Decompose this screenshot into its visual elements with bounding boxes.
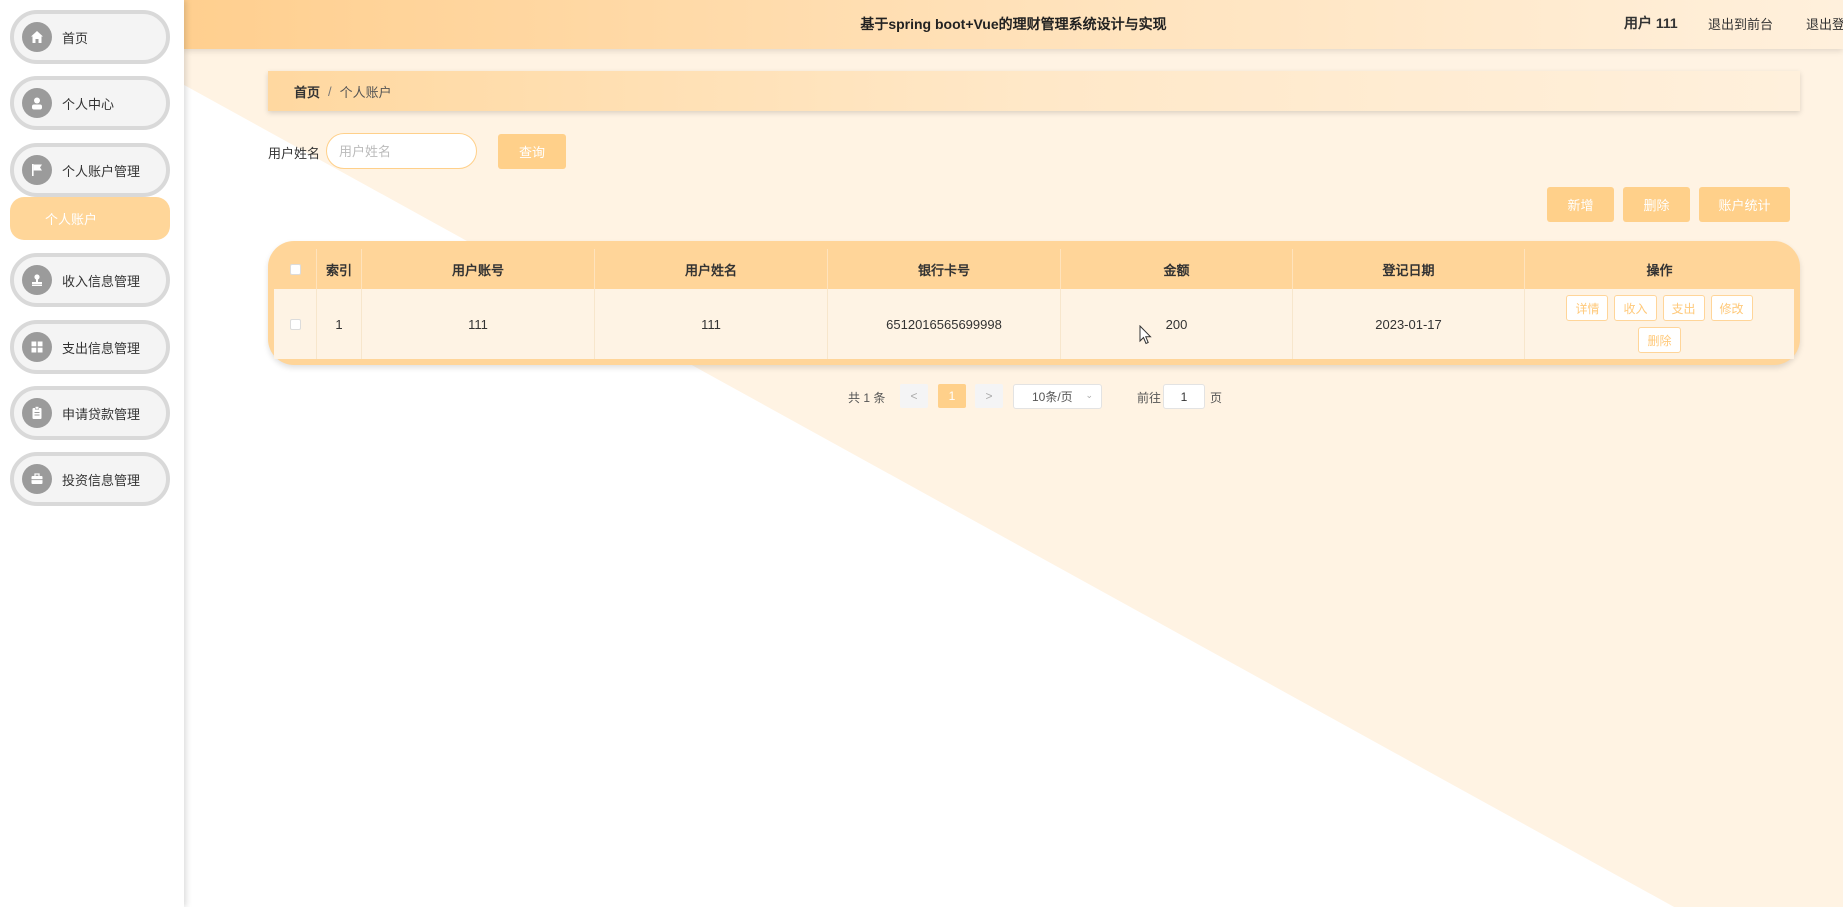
column-header: 操作 xyxy=(1646,262,1673,278)
income-button[interactable]: 收入 xyxy=(1614,295,1657,321)
cell-name: 111 xyxy=(595,289,828,359)
cell-date: 2023-01-17 xyxy=(1293,289,1525,359)
current-user: 用户 111 xyxy=(1624,15,1678,31)
sidebar-subitem-personal-account[interactable]: 个人账户 xyxy=(10,197,170,240)
cell-actions: 详情 收入 支出 修改 删除 xyxy=(1525,289,1794,359)
cell-card: 6512016565699998 xyxy=(828,289,1061,359)
sidebar-item-label: 收入信息管理 xyxy=(62,273,141,289)
sidebar-item-label: 首页 xyxy=(62,30,89,46)
column-header: 银行卡号 xyxy=(828,249,1061,289)
table-header: 索引 用户账号 用户姓名 银行卡号 金额 登记日期 操作 xyxy=(274,249,1794,289)
sidebar-item-label: 投资信息管理 xyxy=(62,472,141,488)
column-header: 索引 xyxy=(317,249,362,289)
back-to-front-link[interactable]: 退出到前台 xyxy=(1708,14,1773,33)
clipboard-icon xyxy=(22,398,52,428)
column-header: 登记日期 xyxy=(1293,249,1525,289)
stamp-icon xyxy=(22,265,52,295)
page-suffix: 页 xyxy=(1210,391,1223,405)
prev-page-button[interactable]: < xyxy=(900,384,928,408)
table-row: 1 111 111 6512016565699998 200 2023-01-1… xyxy=(274,289,1794,359)
sidebar-item-label: 支出信息管理 xyxy=(62,340,141,356)
goto-label: 前往 xyxy=(1137,391,1162,405)
sidebar-item-label: 申请贷款管理 xyxy=(62,406,141,422)
breadcrumb-current: 个人账户 xyxy=(339,84,392,100)
cell-amount: 200 xyxy=(1061,289,1293,359)
search-label: 用户姓名 xyxy=(268,146,321,161)
sidebar: 首页 个人中心 个人账户管理 个人账户 收入信息管理 支出信息管理 申请贷款管理 xyxy=(0,0,184,907)
grid-icon xyxy=(22,332,52,362)
briefcase-icon xyxy=(22,464,52,494)
logout-link[interactable]: 退出登录 xyxy=(1806,14,1843,33)
edit-button[interactable]: 修改 xyxy=(1710,295,1753,321)
sidebar-item-loan[interactable]: 申请贷款管理 xyxy=(10,386,170,440)
sidebar-item-expense[interactable]: 支出信息管理 xyxy=(10,320,170,374)
sidebar-item-label: 个人账户管理 xyxy=(62,163,141,179)
page-number-button[interactable]: 1 xyxy=(938,384,966,408)
top-header: 基于spring boot+Vue的理财管理系统设计与实现 用户 111 退出到… xyxy=(184,0,1843,49)
detail-button[interactable]: 详情 xyxy=(1566,295,1609,321)
breadcrumb-separator: / xyxy=(328,83,332,99)
sidebar-item-label: 个人中心 xyxy=(62,96,115,112)
sidebar-item-home[interactable]: 首页 xyxy=(10,10,170,64)
breadcrumb-home[interactable]: 首页 xyxy=(294,82,320,101)
row-delete-button[interactable]: 删除 xyxy=(1638,327,1681,353)
user-icon xyxy=(22,88,52,118)
home-icon xyxy=(22,22,52,52)
flag-icon xyxy=(22,155,52,185)
mouse-cursor-icon xyxy=(1139,325,1152,345)
column-header: 用户姓名 xyxy=(595,249,828,289)
column-header: 用户账号 xyxy=(362,249,595,289)
next-page-button[interactable]: > xyxy=(975,384,1003,408)
column-header: 金额 xyxy=(1061,249,1293,289)
goto-page-input[interactable] xyxy=(1163,384,1205,409)
app-title: 基于spring boot+Vue的理财管理系统设计与实现 xyxy=(860,16,1167,32)
sidebar-item-investment[interactable]: 投资信息管理 xyxy=(10,452,170,506)
pagination-total: 共 1 条 xyxy=(848,391,886,405)
accounts-table: 索引 用户账号 用户姓名 银行卡号 金额 登记日期 操作 1 111 111 6… xyxy=(268,241,1800,365)
chevron-down-icon: ⌄ xyxy=(1085,390,1093,400)
sidebar-item-personal-center[interactable]: 个人中心 xyxy=(10,76,170,130)
cell-index: 1 xyxy=(317,289,362,359)
select-all-cell xyxy=(274,249,317,289)
sidebar-item-income[interactable]: 收入信息管理 xyxy=(10,253,170,307)
breadcrumb: 首页 / 个人账户 xyxy=(268,71,1800,111)
search-button[interactable]: 查询 xyxy=(498,134,566,169)
select-all-checkbox[interactable] xyxy=(289,263,301,275)
row-select-cell xyxy=(274,289,317,359)
sidebar-item-account-management[interactable]: 个人账户管理 xyxy=(10,143,170,197)
page-size-value: 10条/页 xyxy=(1032,390,1073,404)
username-search-input[interactable] xyxy=(326,133,477,169)
add-button[interactable]: 新增 xyxy=(1547,187,1614,222)
delete-button[interactable]: 删除 xyxy=(1623,187,1690,222)
account-stats-button[interactable]: 账户统计 xyxy=(1699,187,1790,222)
row-checkbox[interactable] xyxy=(289,318,301,330)
expense-button[interactable]: 支出 xyxy=(1662,295,1705,321)
cell-account: 111 xyxy=(362,289,595,359)
page-size-select[interactable]: 10条/页 ⌄ xyxy=(1013,384,1102,409)
